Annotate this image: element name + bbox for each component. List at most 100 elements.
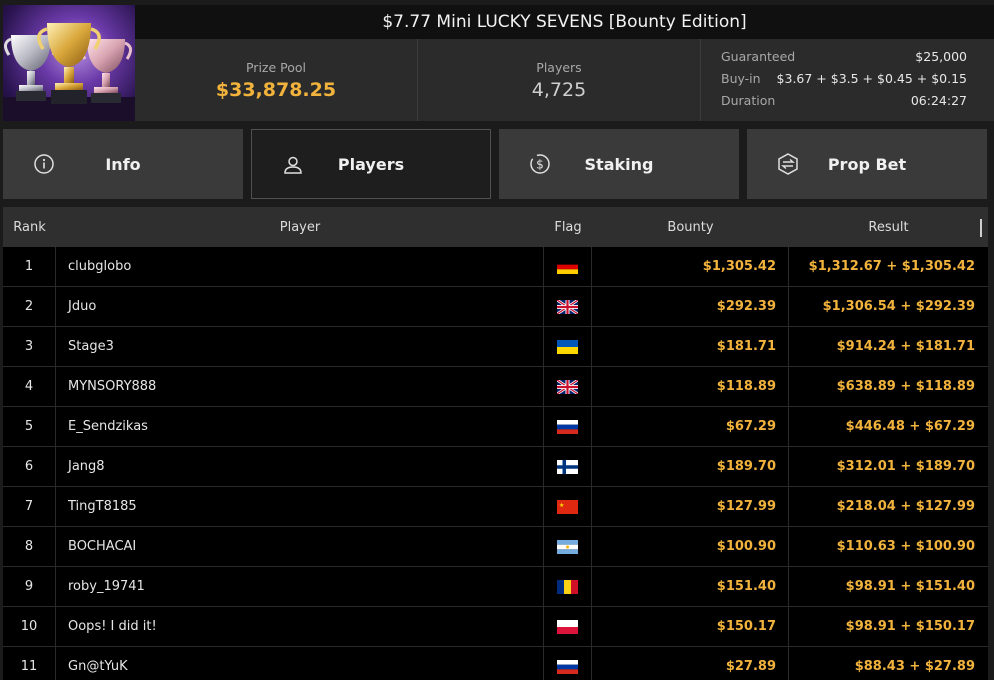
tab-players[interactable]: Players: [251, 129, 491, 199]
argentina-flag: [557, 539, 578, 554]
table-body: 1 clubglobo $1,305.42 $1,312.67 + $1,305.42…: [3, 247, 988, 680]
table-row[interactable]: 10 Oops! I did it! $150.17 $98.91 + $150.17: [3, 607, 988, 647]
tab-bar: Info Players $ Staking Prop Bet: [3, 129, 994, 199]
result-cell: $1,312.67 + $1,305.42: [808, 259, 975, 274]
svg-text:★: ★: [559, 502, 564, 509]
header-player[interactable]: Player: [56, 207, 544, 247]
info-icon: [34, 154, 54, 174]
player-name-cell[interactable]: Stage3: [56, 327, 544, 366]
player-name-cell[interactable]: Gn@tYuK: [56, 647, 544, 680]
table-row[interactable]: 7 TingT8185 ★ $127.99 $218.04 + $127.99: [3, 487, 988, 527]
bounty-cell: $181.71: [592, 327, 789, 366]
rank-cell: 3: [3, 327, 56, 366]
players-label: Players: [536, 59, 582, 75]
detail-duration: Duration 06:24:27: [721, 93, 967, 115]
player-name-cell[interactable]: TingT8185: [56, 487, 544, 526]
table-row[interactable]: 3 Stage3 $181.71 $914.24 + $181.71: [3, 327, 988, 367]
flag-cell: [544, 647, 592, 680]
player-name-cell[interactable]: Oops! I did it!: [56, 607, 544, 646]
players-table: Rank Player Flag Bounty Result 1 clubglob…: [3, 207, 988, 680]
result-cell: $446.48 + $67.29: [845, 419, 975, 434]
rank-cell: 7: [3, 487, 56, 526]
detail-key: Duration: [721, 93, 776, 108]
table-row[interactable]: 6 Jang8 $189.70 $312.01 + $189.70: [3, 447, 988, 487]
scrollbar[interactable]: [980, 219, 982, 237]
table-header: Rank Player Flag Bounty Result: [3, 207, 988, 247]
tab-info[interactable]: Info: [3, 129, 243, 199]
bounty-cell: $127.99: [592, 487, 789, 526]
uk-flag: [557, 379, 578, 394]
poland-flag: [557, 619, 578, 634]
flag-cell: [544, 247, 592, 286]
flag-cell: [544, 447, 592, 486]
russia-flag: [557, 419, 578, 434]
table-row[interactable]: 9 roby_19741 $151.40 $98.91 + $151.40: [3, 567, 988, 607]
detail-key: Buy-in: [721, 71, 761, 86]
flag-cell: [544, 607, 592, 646]
flag-cell: [544, 407, 592, 446]
rank-cell: 9: [3, 567, 56, 606]
tournament-header: $7.77 Mini LUCKY SEVENS [Bounty Edition]…: [0, 0, 994, 124]
rank-cell: 8: [3, 527, 56, 566]
tournament-title: $7.77 Mini LUCKY SEVENS [Bounty Edition]: [135, 5, 994, 39]
bounty-cell: $150.17: [592, 607, 789, 646]
detail-guaranteed: Guaranteed $25,000: [721, 49, 967, 71]
rank-cell: 2: [3, 287, 56, 326]
rank-cell: 5: [3, 407, 56, 446]
table-row[interactable]: 5 E_Sendzikas $67.29 $446.48 + $67.29: [3, 407, 988, 447]
detail-value: $3.67 + $3.5 + $0.45 + $0.15: [776, 71, 967, 86]
dollar-coin-icon: $: [530, 154, 550, 174]
bounty-cell: $151.40: [592, 567, 789, 606]
flag-cell: ★: [544, 487, 592, 526]
tournament-details: Guaranteed $25,000 Buy-in $3.67 + $3.5 +…: [701, 39, 994, 121]
detail-key: Guaranteed: [721, 49, 796, 64]
player-name-cell[interactable]: Jduo: [56, 287, 544, 326]
table-row[interactable]: 2 Jduo $292.39 $1,306.54 + $292.39: [3, 287, 988, 327]
player-name-cell[interactable]: BOCHACAI: [56, 527, 544, 566]
flag-cell: [544, 527, 592, 566]
bounty-cell: $67.29: [592, 407, 789, 446]
bounty-cell: $118.89: [592, 367, 789, 406]
flag-cell: [544, 327, 592, 366]
player-name-cell[interactable]: clubglobo: [56, 247, 544, 286]
flag-cell: [544, 287, 592, 326]
table-row[interactable]: 8 BOCHACAI $100.90 $110.63 + $100.90: [3, 527, 988, 567]
player-name-cell[interactable]: Jang8: [56, 447, 544, 486]
detail-buy-in: Buy-in $3.67 + $3.5 + $0.45 + $0.15: [721, 71, 967, 93]
player-name-cell[interactable]: roby_19741: [56, 567, 544, 606]
bounty-cell: $100.90: [592, 527, 789, 566]
tab-staking[interactable]: $ Staking: [499, 129, 739, 199]
result-cell: $1,306.54 + $292.39: [822, 299, 975, 314]
table-row[interactable]: 1 clubglobo $1,305.42 $1,312.67 + $1,305.42: [3, 247, 988, 287]
rank-cell: 10: [3, 607, 56, 646]
header-rank[interactable]: Rank: [3, 207, 56, 247]
bounty-cell: $189.70: [592, 447, 789, 486]
player-name-cell[interactable]: MYNSORY888: [56, 367, 544, 406]
header-result[interactable]: Result: [789, 207, 988, 247]
result-cell: $638.89 + $118.89: [836, 379, 975, 394]
user-icon: [284, 156, 302, 174]
players-stat: Players 4,725: [418, 39, 701, 121]
tab-prop-bet[interactable]: Prop Bet: [747, 129, 987, 199]
table-row[interactable]: 11 Gn@tYuK $27.89 $88.43 + $27.89: [3, 647, 988, 680]
player-name-cell[interactable]: E_Sendzikas: [56, 407, 544, 446]
bounty-cell: $292.39: [592, 287, 789, 326]
prop-bet-icon: [778, 153, 798, 175]
detail-value: 06:24:27: [910, 93, 967, 108]
table-row[interactable]: 4 MYNSORY888 $118.89 $638.89 + $118.89: [3, 367, 988, 407]
flag-cell: [544, 567, 592, 606]
romania-flag: [557, 579, 578, 594]
svg-text:$: $: [536, 158, 544, 172]
bounty-cell: $1,305.42: [592, 247, 789, 286]
players-value: 4,725: [531, 78, 587, 101]
result-cell: $312.01 + $189.70: [836, 459, 975, 474]
china-flag: ★: [557, 499, 578, 514]
result-cell: $98.91 + $151.40: [845, 579, 975, 594]
flag-cell: [544, 367, 592, 406]
header-bounty[interactable]: Bounty: [592, 207, 789, 247]
bounty-cell: $27.89: [592, 647, 789, 680]
header-flag[interactable]: Flag: [544, 207, 592, 247]
rank-cell: 4: [3, 367, 56, 406]
rank-cell: 6: [3, 447, 56, 486]
detail-value: $25,000: [915, 49, 967, 64]
